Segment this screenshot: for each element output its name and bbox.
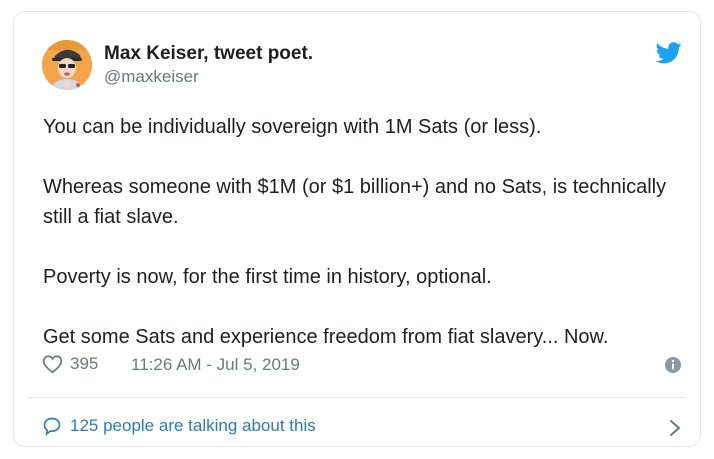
like-button[interactable]: 395 <box>42 354 98 374</box>
avatar-image <box>42 40 92 90</box>
tweet-meta: 395 11:26 AM - Jul 5, 2019 <box>42 352 682 380</box>
tweet-paragraph: Whereas someone with $1M (or $1 billion+… <box>43 176 667 228</box>
divider <box>28 397 686 398</box>
info-icon[interactable] <box>664 356 682 374</box>
heart-icon <box>42 355 63 374</box>
avatar[interactable] <box>42 40 92 90</box>
author-block[interactable]: Max Keiser, tweet poet. @maxkeiser <box>104 42 313 88</box>
tweet-body: You can be individually sovereign with 1… <box>43 112 683 352</box>
conversation-label[interactable]: 125 people are talking about this <box>70 416 316 436</box>
chevron-right-icon[interactable] <box>668 419 682 437</box>
author-handle[interactable]: @maxkeiser <box>104 66 313 88</box>
tweet-header: Max Keiser, tweet poet. @maxkeiser <box>42 40 682 90</box>
tweet-paragraph: Poverty is now, for the first time in hi… <box>43 266 492 288</box>
conversation-row[interactable]: 125 people are talking about this <box>42 416 316 436</box>
author-display-name[interactable]: Max Keiser, tweet poet. <box>104 42 313 66</box>
twitter-bird-icon[interactable] <box>655 42 682 64</box>
speech-bubble-icon <box>43 417 61 436</box>
tweet-paragraph: Get some Sats and experience freedom fro… <box>43 326 609 348</box>
tweet-timestamp[interactable]: 11:26 AM - Jul 5, 2019 <box>131 354 300 376</box>
tweet-paragraph: You can be individually sovereign with 1… <box>43 116 542 138</box>
conversation-link[interactable]: 125 people are talking about this <box>42 416 682 442</box>
like-count: 395 <box>70 354 99 373</box>
tweet-card: Max Keiser, tweet poet. @maxkeiser You c… <box>13 11 701 447</box>
